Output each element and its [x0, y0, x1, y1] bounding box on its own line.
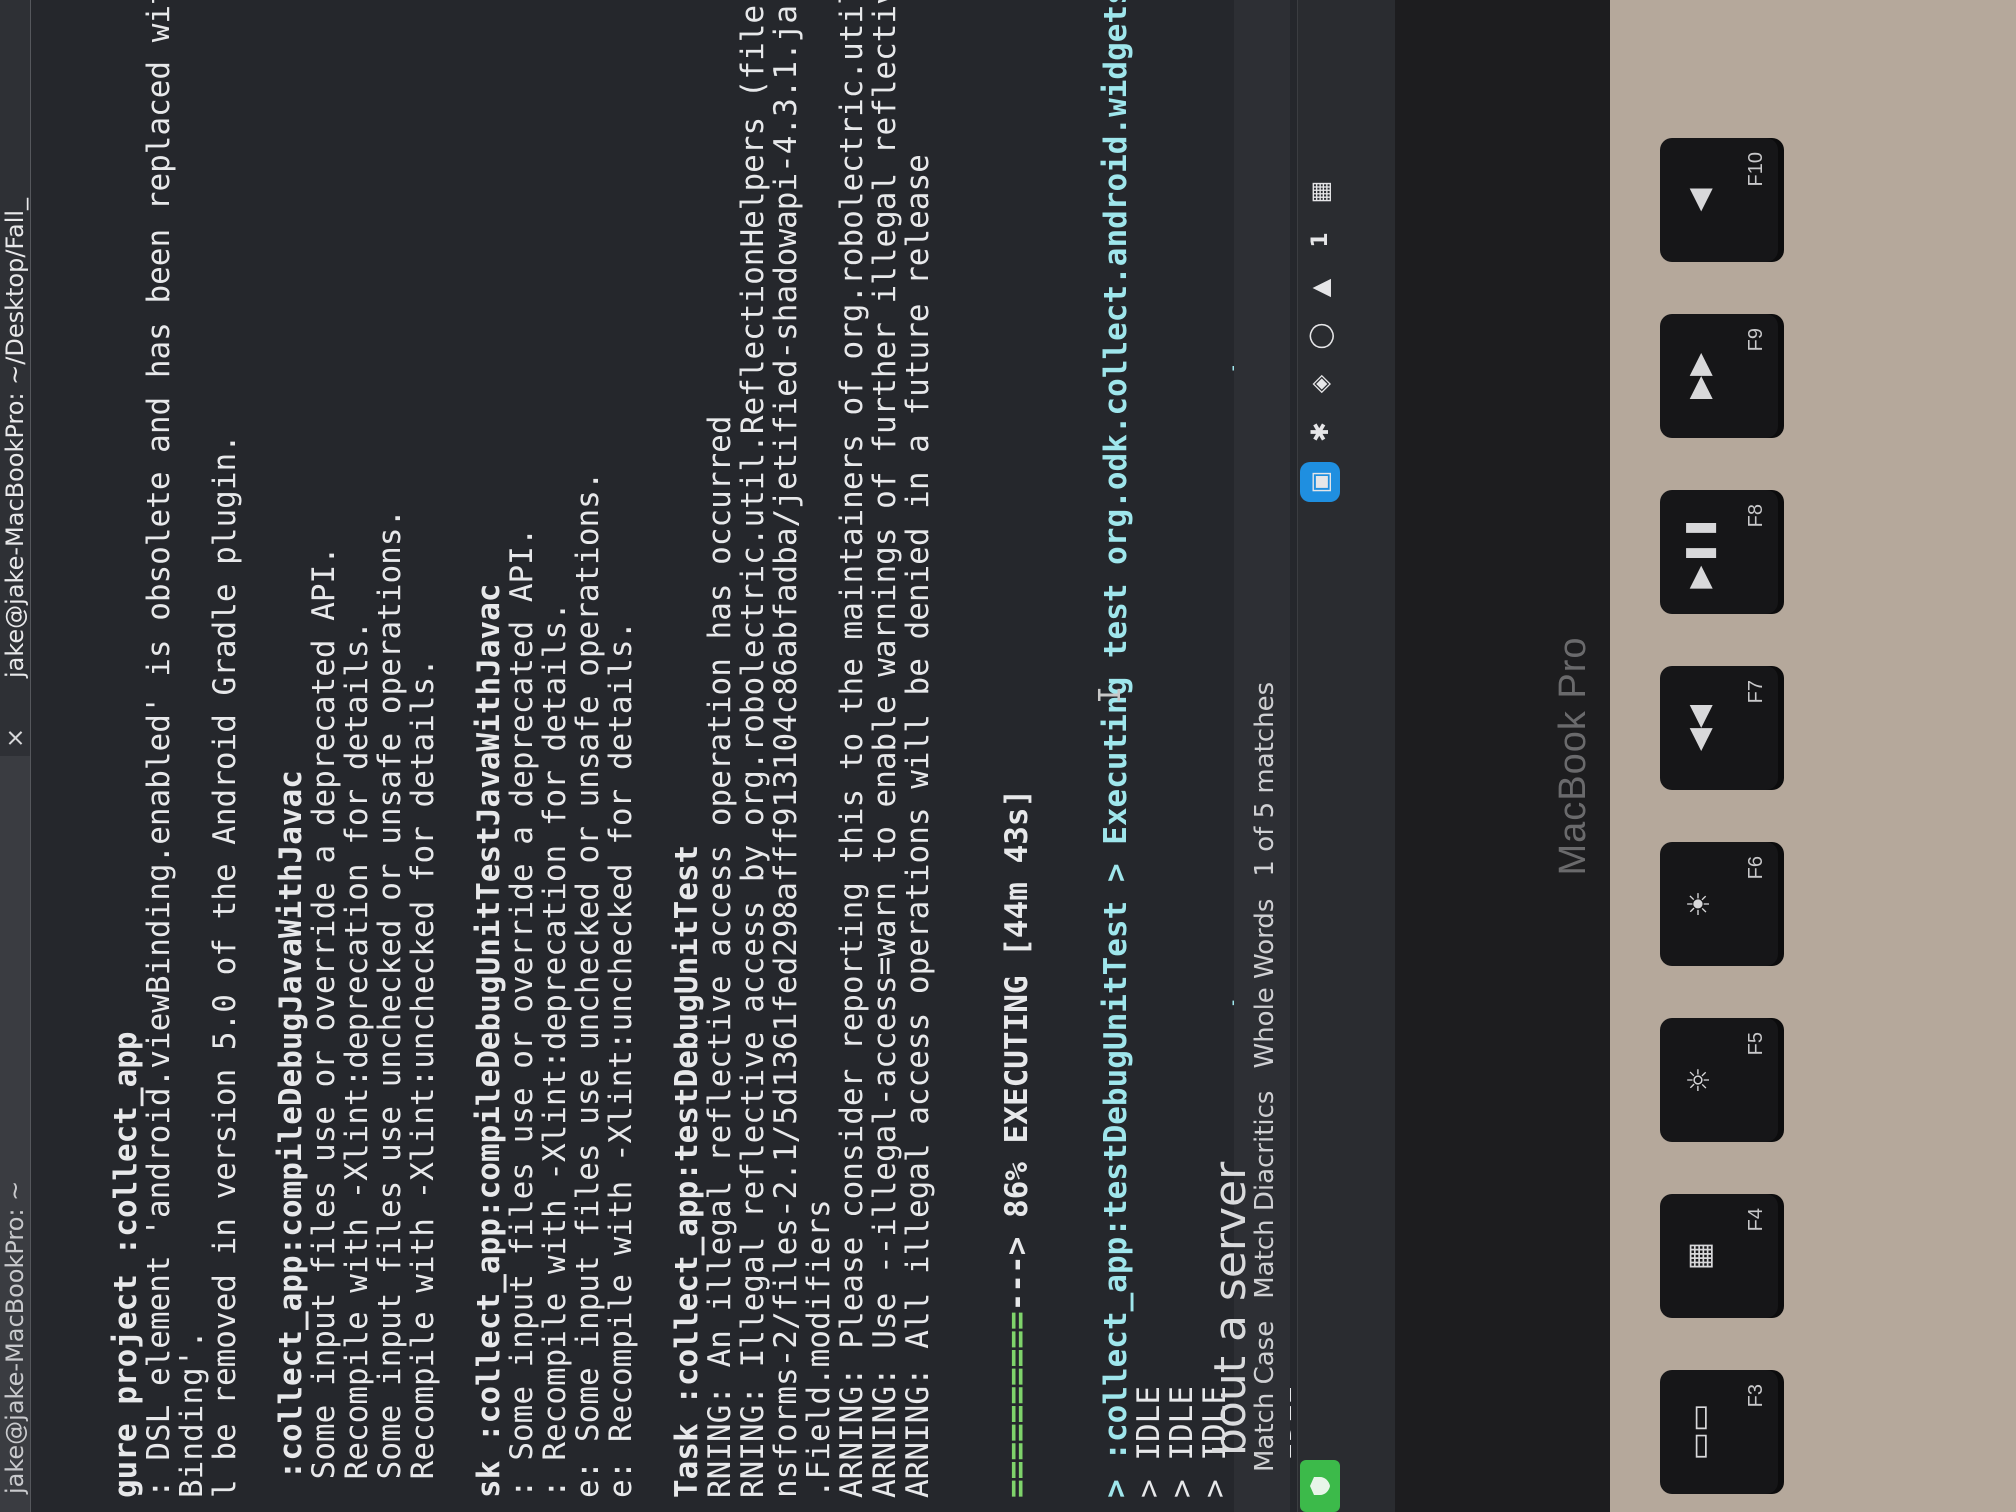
terminal-line: Some input files use or override a depre…: [306, 546, 342, 1498]
function-key[interactable]: ◀ F10: [1660, 138, 1778, 262]
function-key[interactable]: ▭▭ F3: [1660, 1370, 1778, 1494]
key-glyph-icon: ▭▭: [1682, 1403, 1717, 1461]
function-key[interactable]: ☀ F6: [1660, 842, 1778, 966]
match-case-toggle[interactable]: Match Case: [1250, 1321, 1280, 1472]
terminal-line: :collect_app:compileDebugJavaWithJavac: [273, 770, 309, 1498]
tab-title: jake@jake-MacBookPro: ~/Desktop/Fall_: [1, 197, 29, 678]
terminal-line: sk :collect_app:compileDebugUnitTestJava…: [471, 583, 507, 1498]
terminal-line: RNING: Illegal reflective access by org.…: [735, 0, 771, 1498]
terminal-line: > IDLE: [1164, 1386, 1200, 1498]
terminal-line: Task :collect_app:testDebugUnitTest: [669, 844, 705, 1498]
shield-icon: [1310, 1477, 1330, 1495]
terminal-output[interactable]: gure project :collect_app: DSL element '…: [44, 0, 1365, 1499]
terminal-line: : DSL element 'android.viewBinding.enabl…: [141, 0, 177, 1498]
find-options: Match Case Match Diacritics Whole Words …: [1250, 682, 1280, 1472]
notification-count: 1: [1307, 232, 1333, 248]
terminal-line: Binding'.: [174, 1330, 210, 1498]
terminal-line: > IDLE: [1131, 1386, 1167, 1498]
key-glyph-icon: ◀◀: [1682, 704, 1717, 752]
terminal-line: : Some input files use or override a dep…: [504, 527, 540, 1498]
whole-words-toggle[interactable]: Whole Words: [1250, 899, 1280, 1069]
terminal-line: e: Some input files use unchecked or uns…: [570, 471, 606, 1499]
system-tray: ▣ ✱ ◈ ◯ ▲ 1 ▦: [1300, 174, 1340, 502]
key-label: F3: [1745, 1384, 1767, 1408]
key-glyph-icon: ◀: [1682, 188, 1717, 212]
terminal-lines: gure project :collect_app: DSL element '…: [108, 0, 936, 1499]
terminal-line: Recompile with -Xlint:deprecation for de…: [339, 620, 375, 1498]
terminal-line: ARNING: All illegal access operations wi…: [900, 154, 936, 1498]
model-label: MacBook Pro: [1552, 636, 1594, 876]
app-indicator-icon[interactable]: ▣: [1300, 462, 1340, 502]
terminal-line: Some input files use unchecked or unsafe…: [372, 508, 408, 1498]
network-icon[interactable]: ▦: [1302, 174, 1338, 210]
function-key[interactable]: ▦ F4: [1660, 1194, 1778, 1318]
lightbulb-icon[interactable]: ◯: [1302, 318, 1338, 354]
terminal-line: nsforms-2/files-2.1/5d1361fed298afff9131…: [768, 0, 804, 1498]
key-label: F5: [1745, 1032, 1767, 1056]
bluetooth-icon[interactable]: ✱: [1302, 414, 1338, 450]
terminal-window: jake@jake-MacBookPro: ~ × jake@jake-MacB…: [0, 0, 1395, 1512]
tab-title: jake@jake-MacBookPro: ~: [1, 1180, 29, 1494]
tab-desktop[interactable]: × jake@jake-MacBookPro: ~/Desktop/Fall_: [0, 0, 30, 756]
key-label: F9: [1745, 328, 1767, 352]
text-cursor-icon: I: [1093, 685, 1128, 704]
tab-home[interactable]: jake@jake-MacBookPro: ~: [0, 756, 30, 1512]
terminal-line: .Field.modifiers: [801, 1199, 837, 1498]
app-icon[interactable]: [1300, 1460, 1340, 1512]
key-glyph-icon: ▦: [1682, 1241, 1717, 1271]
terminal-line: : Recompile with -Xlint:deprecation for …: [537, 602, 573, 1498]
progress-bar-fill: ==========: [999, 1311, 1035, 1498]
function-key[interactable]: ☼ F5: [1660, 1018, 1778, 1142]
bell-icon[interactable]: ▲: [1302, 270, 1338, 306]
progress-line: ==========---> 86% EXECUTING [44m 43s]: [999, 0, 1035, 1498]
function-key[interactable]: ▶❚❚ F8: [1660, 490, 1778, 614]
terminal-line: > :collect_app:testDebugUnitTest > Execu…: [1098, 0, 1134, 1498]
terminal-line: RNING: An illegal reflective access oper…: [702, 415, 738, 1499]
terminal-line: gure project :collect_app: [108, 1031, 144, 1498]
shield-icon[interactable]: ◈: [1302, 366, 1338, 402]
progress-text: ---> 86% EXECUTING [44m 43s]: [999, 788, 1035, 1312]
find-input[interactable]: bout a server: [1205, 1162, 1256, 1456]
key-glyph-icon: ☀: [1682, 890, 1717, 918]
terminal-line: ARNING: Use --illegal-access=warn to ena…: [867, 0, 903, 1498]
key-label: F8: [1745, 504, 1767, 528]
match-diacritics-toggle[interactable]: Match Diacritics: [1250, 1091, 1280, 1299]
terminal-line: e: Recompile with -Xlint:unchecked for d…: [603, 620, 639, 1498]
terminal-line: l be removed in version 5.0 of the Andro…: [207, 434, 243, 1498]
tab-bar: jake@jake-MacBookPro: ~ × jake@jake-MacB…: [0, 0, 31, 1512]
function-key[interactable]: ◀◀ F7: [1660, 666, 1778, 790]
photo-scene: jake@jake-MacBookPro: ~ × jake@jake-MacB…: [0, 0, 2016, 1512]
terminal-line: Recompile with -Xlint:unchecked for deta…: [405, 658, 441, 1498]
key-glyph-icon: ☼: [1682, 1066, 1717, 1094]
key-label: F10: [1745, 152, 1767, 187]
key-label: F4: [1745, 1208, 1767, 1232]
key-label: F7: [1745, 680, 1767, 704]
key-glyph-icon: ▶❚❚: [1682, 515, 1717, 589]
terminal-line: ARNING: Please consider reporting this t…: [834, 0, 870, 1498]
function-key[interactable]: ▶▶ F9: [1660, 314, 1778, 438]
key-label: F6: [1745, 856, 1767, 880]
key-glyph-icon: ▶▶: [1682, 352, 1717, 400]
match-count: 1 of 5 matches: [1250, 681, 1280, 877]
laptop-body: jake@jake-MacBookPro: ~ × jake@jake-MacB…: [0, 0, 2016, 1512]
close-icon[interactable]: ×: [0, 728, 30, 748]
